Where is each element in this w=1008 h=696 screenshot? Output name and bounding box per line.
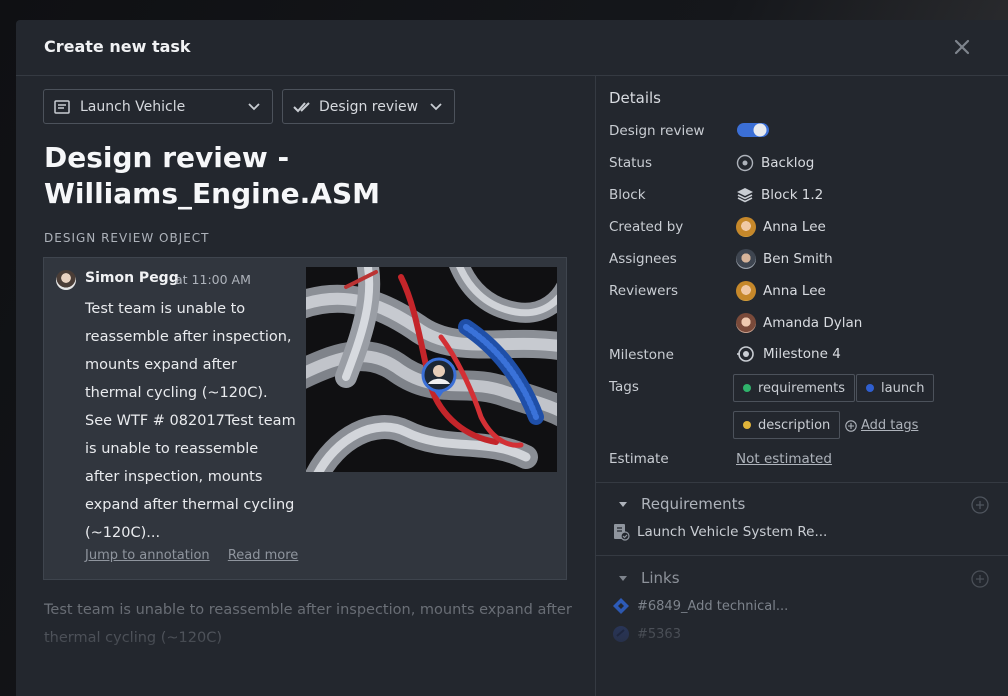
jump-to-annotation-link[interactable]: Jump to annotation bbox=[85, 548, 210, 563]
link-text: #5363 bbox=[637, 626, 681, 642]
estimate-label: Estimate bbox=[609, 451, 669, 467]
block-label: Block bbox=[609, 187, 646, 203]
add-tags-button[interactable]: Add tags bbox=[845, 418, 918, 433]
chevron-down-icon bbox=[430, 102, 442, 110]
section-label: DESIGN REVIEW OBJECT bbox=[44, 231, 210, 245]
tag-color-dot bbox=[866, 384, 874, 392]
task-main-panel: Launch Vehicle Design review Design revi… bbox=[16, 76, 594, 696]
toggle-switch-icon[interactable] bbox=[736, 121, 770, 139]
link-item[interactable]: #5363 bbox=[612, 625, 681, 643]
task-type-dropdown[interactable]: Design review bbox=[282, 89, 455, 124]
link-text: #6849_Add technical... bbox=[637, 598, 789, 614]
plus-circle-icon bbox=[845, 419, 857, 432]
comment-time: at 11:00 AM bbox=[175, 272, 251, 287]
created-by-label: Created by bbox=[609, 219, 684, 235]
review-check-icon bbox=[293, 101, 310, 112]
requirement-text: Launch Vehicle System Re... bbox=[637, 524, 828, 540]
reviewers-label: Reviewers bbox=[609, 283, 679, 299]
avatar bbox=[56, 270, 76, 290]
link-circle-icon bbox=[613, 626, 629, 642]
add-tags-label: Add tags bbox=[861, 418, 919, 433]
tag-chip[interactable]: launch bbox=[856, 374, 935, 402]
tag-chip[interactable]: description bbox=[733, 411, 841, 439]
tag-name: requirements bbox=[758, 380, 845, 396]
status-value[interactable]: Backlog bbox=[736, 154, 814, 172]
link-item[interactable]: #6849_Add technical... bbox=[612, 597, 788, 615]
task-type-label: Design review bbox=[319, 98, 419, 115]
avatar bbox=[736, 313, 756, 333]
reviewer-name: Anna Lee bbox=[763, 283, 826, 299]
milestone-label: Milestone bbox=[609, 347, 674, 363]
caret-down-icon[interactable] bbox=[618, 575, 628, 583]
divider bbox=[596, 555, 1008, 556]
project-dropdown-label: Launch Vehicle bbox=[80, 98, 186, 115]
add-circle-icon[interactable] bbox=[971, 570, 989, 588]
assignees-label: Assignees bbox=[609, 251, 677, 267]
design-review-toggle[interactable] bbox=[736, 121, 770, 139]
modal-header: Create new task bbox=[16, 20, 1008, 76]
project-dropdown[interactable]: Launch Vehicle bbox=[43, 89, 273, 124]
status-label: Status bbox=[609, 155, 653, 171]
details-panel: Details Design review Status Backlog Blo… bbox=[595, 76, 1008, 696]
details-title: Details bbox=[609, 89, 662, 107]
task-title[interactable]: Design review - Williams_Engine.ASM bbox=[44, 140, 564, 212]
tag-color-dot bbox=[743, 421, 751, 429]
add-circle-icon[interactable] bbox=[971, 496, 989, 514]
milestone-text: Milestone 4 bbox=[763, 346, 841, 362]
bottom-fade bbox=[596, 606, 1008, 696]
assignee-name: Ben Smith bbox=[763, 251, 833, 267]
comment-author: Simon Pegg bbox=[85, 270, 179, 286]
create-task-modal: Create new task Launch Vehicle Design re… bbox=[16, 20, 1008, 696]
requirements-title[interactable]: Requirements bbox=[641, 495, 745, 513]
caret-down-icon[interactable] bbox=[618, 501, 628, 509]
avatar bbox=[736, 217, 756, 237]
avatar bbox=[736, 249, 756, 269]
created-by-value[interactable]: Anna Lee bbox=[736, 217, 826, 237]
status-circle-icon bbox=[736, 154, 754, 172]
links-title[interactable]: Links bbox=[641, 569, 680, 587]
task-description[interactable]: Test team is unable to reassemble after … bbox=[44, 596, 574, 652]
tag-name: description bbox=[758, 417, 831, 433]
block-value[interactable]: Block 1.2 bbox=[736, 186, 823, 204]
divider bbox=[596, 482, 1008, 483]
layers-icon bbox=[737, 188, 753, 203]
tag-name: launch bbox=[881, 380, 925, 396]
engine-model-image[interactable] bbox=[306, 267, 557, 472]
reviewer-name: Amanda Dylan bbox=[763, 315, 863, 331]
reviewer-item[interactable]: Amanda Dylan bbox=[736, 313, 862, 333]
review-object-card: Simon Pegg at 11:00 AM Test team is unab… bbox=[43, 257, 567, 580]
assignee-item[interactable]: Ben Smith bbox=[736, 249, 833, 269]
milestone-icon bbox=[737, 346, 754, 362]
tags-label: Tags bbox=[609, 379, 639, 395]
requirement-doc-icon bbox=[614, 524, 630, 541]
design-review-label: Design review bbox=[609, 123, 705, 139]
created-by-name: Anna Lee bbox=[763, 219, 826, 235]
requirement-item[interactable]: Launch Vehicle System Re... bbox=[612, 523, 827, 541]
reviewer-item[interactable]: Anna Lee bbox=[736, 281, 826, 301]
chevron-down-icon bbox=[248, 102, 260, 110]
status-text: Backlog bbox=[761, 155, 815, 171]
milestone-value[interactable]: Milestone 4 bbox=[736, 345, 841, 363]
modal-title: Create new task bbox=[44, 37, 191, 56]
block-text: Block 1.2 bbox=[761, 187, 824, 203]
close-icon[interactable] bbox=[953, 38, 971, 56]
comment-text: Test team is unable to reassemble after … bbox=[85, 301, 296, 541]
avatar bbox=[736, 281, 756, 301]
document-icon bbox=[54, 99, 70, 114]
read-more-link[interactable]: Read more bbox=[228, 548, 298, 563]
tag-chip[interactable]: requirements bbox=[733, 374, 855, 402]
estimate-value[interactable]: Not estimated bbox=[736, 451, 832, 467]
comment-links: Jump to annotation Read more bbox=[85, 548, 312, 563]
tag-color-dot bbox=[743, 384, 751, 392]
jira-diamond-icon bbox=[613, 598, 629, 614]
